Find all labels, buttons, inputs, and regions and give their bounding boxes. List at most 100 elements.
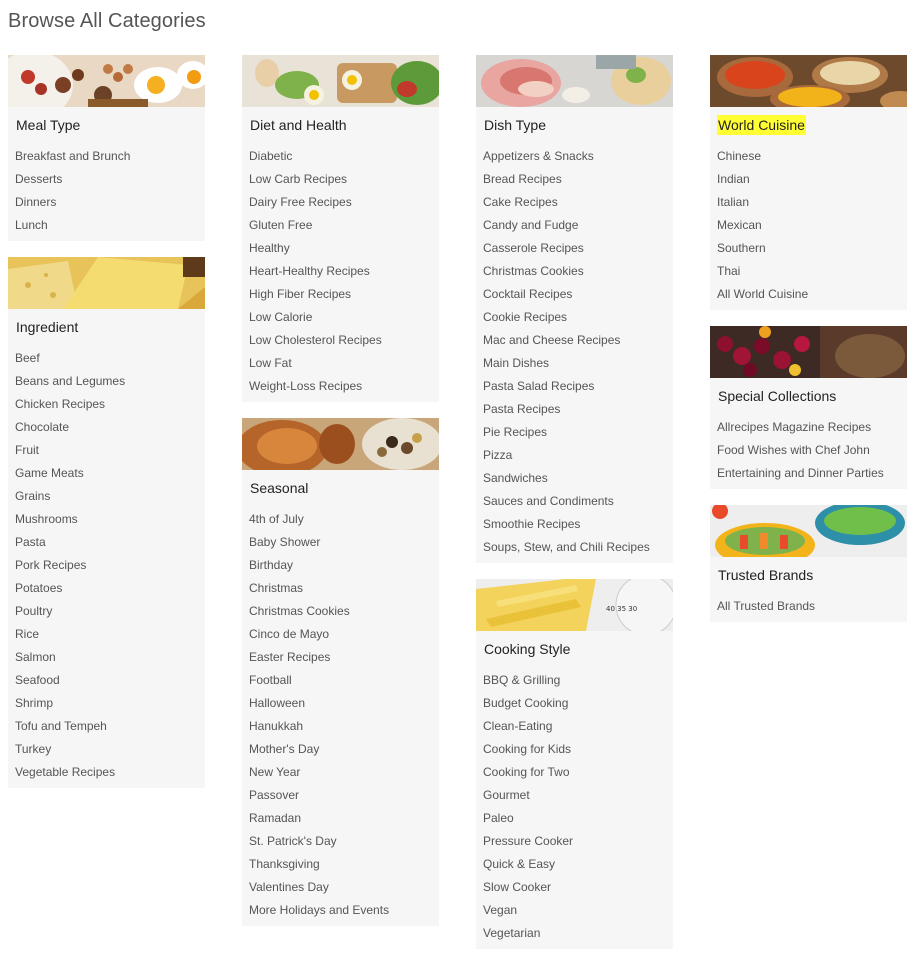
category-link[interactable]: Cinco de Mayo bbox=[249, 623, 439, 646]
world-cuisine-image[interactable] bbox=[710, 55, 907, 107]
category-link[interactable]: Passover bbox=[249, 784, 439, 807]
category-link[interactable]: Fruit bbox=[15, 439, 205, 462]
category-link[interactable]: Baby Shower bbox=[249, 531, 439, 554]
category-link[interactable]: Sandwiches bbox=[483, 467, 673, 490]
category-link[interactable]: Thanksgiving bbox=[249, 853, 439, 876]
category-link[interactable]: BBQ & Grilling bbox=[483, 669, 673, 692]
cooking-style-image[interactable]: 40 35 30 bbox=[476, 579, 673, 631]
category-link[interactable]: Smoothie Recipes bbox=[483, 513, 673, 536]
trusted-brands-image[interactable] bbox=[710, 505, 907, 557]
seasonal-image[interactable] bbox=[242, 418, 439, 470]
ingredient-title[interactable]: Ingredient bbox=[15, 317, 79, 337]
category-link[interactable]: Dairy Free Recipes bbox=[249, 191, 439, 214]
category-link[interactable]: Italian bbox=[717, 191, 907, 214]
category-link[interactable]: High Fiber Recipes bbox=[249, 283, 439, 306]
category-link[interactable]: Mexican bbox=[717, 214, 907, 237]
category-link[interactable]: Soups, Stew, and Chili Recipes bbox=[483, 536, 673, 559]
category-link[interactable]: Pie Recipes bbox=[483, 421, 673, 444]
category-link[interactable]: Football bbox=[249, 669, 439, 692]
category-link[interactable]: Breakfast and Brunch bbox=[15, 145, 205, 168]
category-link[interactable]: Healthy bbox=[249, 237, 439, 260]
category-link[interactable]: Birthday bbox=[249, 554, 439, 577]
category-link[interactable]: Southern bbox=[717, 237, 907, 260]
category-link[interactable]: Indian bbox=[717, 168, 907, 191]
category-link[interactable]: Slow Cooker bbox=[483, 876, 673, 899]
category-link[interactable]: Rice bbox=[15, 623, 205, 646]
category-link[interactable]: Cake Recipes bbox=[483, 191, 673, 214]
category-link[interactable]: Easter Recipes bbox=[249, 646, 439, 669]
category-link[interactable]: Cookie Recipes bbox=[483, 306, 673, 329]
diet-and-health-image[interactable] bbox=[242, 55, 439, 107]
category-link[interactable]: 4th of July bbox=[249, 508, 439, 531]
category-link[interactable]: Low Calorie bbox=[249, 306, 439, 329]
category-link[interactable]: Pressure Cooker bbox=[483, 830, 673, 853]
category-link[interactable]: Game Meats bbox=[15, 462, 205, 485]
category-link[interactable]: Chinese bbox=[717, 145, 907, 168]
meal-type-image[interactable] bbox=[8, 55, 205, 107]
category-link[interactable]: Pizza bbox=[483, 444, 673, 467]
category-link[interactable]: Desserts bbox=[15, 168, 205, 191]
trusted-brands-title[interactable]: Trusted Brands bbox=[717, 565, 814, 585]
category-link[interactable]: Lunch bbox=[15, 214, 205, 237]
category-link[interactable]: All Trusted Brands bbox=[717, 595, 907, 618]
category-link[interactable]: Salmon bbox=[15, 646, 205, 669]
category-link[interactable]: Pork Recipes bbox=[15, 554, 205, 577]
category-link[interactable]: Poultry bbox=[15, 600, 205, 623]
category-link[interactable]: Valentines Day bbox=[249, 876, 439, 899]
category-link[interactable]: Casserole Recipes bbox=[483, 237, 673, 260]
category-link[interactable]: Christmas Cookies bbox=[249, 600, 439, 623]
category-link[interactable]: Thai bbox=[717, 260, 907, 283]
category-link[interactable]: Low Cholesterol Recipes bbox=[249, 329, 439, 352]
category-link[interactable]: New Year bbox=[249, 761, 439, 784]
category-link[interactable]: Pasta Salad Recipes bbox=[483, 375, 673, 398]
category-link[interactable]: Hanukkah bbox=[249, 715, 439, 738]
category-link[interactable]: Bread Recipes bbox=[483, 168, 673, 191]
category-link[interactable]: Chocolate bbox=[15, 416, 205, 439]
dish-type-image[interactable] bbox=[476, 55, 673, 107]
category-link[interactable]: Beef bbox=[15, 347, 205, 370]
category-link[interactable]: Heart-Healthy Recipes bbox=[249, 260, 439, 283]
category-link[interactable]: Mushrooms bbox=[15, 508, 205, 531]
category-link[interactable]: More Holidays and Events bbox=[249, 899, 439, 922]
category-link[interactable]: Halloween bbox=[249, 692, 439, 715]
dish-type-title[interactable]: Dish Type bbox=[483, 115, 547, 135]
category-link[interactable]: Christmas bbox=[249, 577, 439, 600]
category-link[interactable]: Cooking for Two bbox=[483, 761, 673, 784]
category-link[interactable]: Pasta Recipes bbox=[483, 398, 673, 421]
category-link[interactable]: All World Cuisine bbox=[717, 283, 907, 306]
cooking-style-title[interactable]: Cooking Style bbox=[483, 639, 571, 659]
category-link[interactable]: Budget Cooking bbox=[483, 692, 673, 715]
category-link[interactable]: Chicken Recipes bbox=[15, 393, 205, 416]
category-link[interactable]: Entertaining and Dinner Parties bbox=[717, 462, 907, 485]
seasonal-title[interactable]: Seasonal bbox=[249, 478, 309, 498]
world-cuisine-title[interactable]: World Cuisine bbox=[717, 115, 806, 135]
category-link[interactable]: Allrecipes Magazine Recipes bbox=[717, 416, 907, 439]
category-link[interactable]: Low Carb Recipes bbox=[249, 168, 439, 191]
diet-and-health-title[interactable]: Diet and Health bbox=[249, 115, 348, 135]
category-link[interactable]: St. Patrick's Day bbox=[249, 830, 439, 853]
category-link[interactable]: Potatoes bbox=[15, 577, 205, 600]
category-link[interactable]: Diabetic bbox=[249, 145, 439, 168]
category-link[interactable]: Cooking for Kids bbox=[483, 738, 673, 761]
category-link[interactable]: Weight-Loss Recipes bbox=[249, 375, 439, 398]
category-link[interactable]: Food Wishes with Chef John bbox=[717, 439, 907, 462]
category-link[interactable]: Cocktail Recipes bbox=[483, 283, 673, 306]
category-link[interactable]: Main Dishes bbox=[483, 352, 673, 375]
category-link[interactable]: Pasta bbox=[15, 531, 205, 554]
category-link[interactable]: Appetizers & Snacks bbox=[483, 145, 673, 168]
category-link[interactable]: Seafood bbox=[15, 669, 205, 692]
category-link[interactable]: Gourmet bbox=[483, 784, 673, 807]
ingredient-image[interactable] bbox=[8, 257, 205, 309]
category-link[interactable]: Mother's Day bbox=[249, 738, 439, 761]
category-link[interactable]: Vegetarian bbox=[483, 922, 673, 945]
category-link[interactable]: Candy and Fudge bbox=[483, 214, 673, 237]
category-link[interactable]: Clean-Eating bbox=[483, 715, 673, 738]
category-link[interactable]: Christmas Cookies bbox=[483, 260, 673, 283]
category-link[interactable]: Shrimp bbox=[15, 692, 205, 715]
category-link[interactable]: Paleo bbox=[483, 807, 673, 830]
category-link[interactable]: Beans and Legumes bbox=[15, 370, 205, 393]
special-collections-image[interactable] bbox=[710, 326, 907, 378]
category-link[interactable]: Ramadan bbox=[249, 807, 439, 830]
category-link[interactable]: Low Fat bbox=[249, 352, 439, 375]
category-link[interactable]: Quick & Easy bbox=[483, 853, 673, 876]
